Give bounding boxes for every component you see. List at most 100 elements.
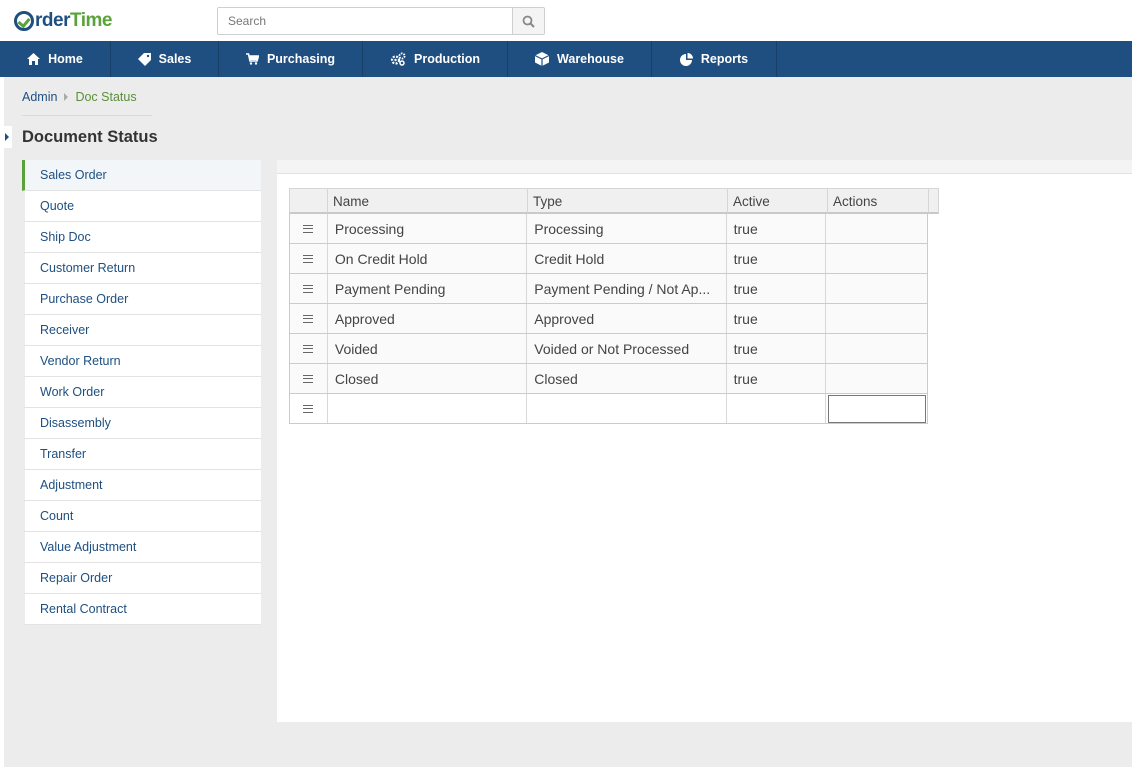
doc-type-disassembly[interactable]: Disassembly [22,408,261,439]
doc-type-repair-order[interactable]: Repair Order [22,563,261,594]
cell-name[interactable]: Voided [328,334,528,363]
header-handle-col [290,189,328,213]
search-icon [522,15,535,28]
home-icon [27,53,41,65]
cell-active[interactable]: true [727,364,827,393]
doc-type-label: Purchase Order [40,292,129,306]
cell-active[interactable]: true [727,274,827,303]
doc-type-label: Adjustment [40,478,103,492]
nav-home-label: Home [48,52,83,66]
nav-production[interactable]: Production [363,41,508,77]
cart-icon [245,53,259,65]
breadcrumb-divider [22,115,152,116]
logo-text-time: Time [69,10,113,31]
doc-type-ship-doc[interactable]: Ship Doc [22,222,261,253]
grid-header: Name Type Active Actions [289,188,939,214]
new-name-cell[interactable] [328,394,528,423]
nav-warehouse[interactable]: Warehouse [508,41,652,77]
doc-type-purchase-order[interactable]: Purchase Order [22,284,261,315]
table-row[interactable]: On Credit Hold Credit Hold true [289,244,928,274]
doc-type-sales-order[interactable]: Sales Order [22,160,261,191]
cell-active[interactable]: true [727,244,827,273]
sidebar-collapse-toggle[interactable] [2,126,12,148]
column-header-name[interactable]: Name [328,189,528,213]
column-header-actions: Actions [828,189,929,213]
top-header: rder Time [0,0,1132,41]
doc-type-adjustment[interactable]: Adjustment [22,470,261,501]
cell-type[interactable]: Processing [527,214,727,243]
drag-handle[interactable] [290,394,328,423]
cell-actions[interactable] [826,364,927,393]
doc-type-quote[interactable]: Quote [22,191,261,222]
drag-handle[interactable] [290,244,328,273]
drag-handle[interactable] [290,304,328,333]
table-row[interactable]: Processing Processing true [289,214,928,244]
drag-handle[interactable] [290,364,328,393]
doc-type-value-adjustment[interactable]: Value Adjustment [22,532,261,563]
nav-home[interactable]: Home [0,41,111,77]
doc-type-label: Sales Order [40,168,107,182]
nav-sales[interactable]: Sales [111,41,219,77]
cell-active[interactable]: true [727,334,827,363]
cell-actions[interactable] [826,334,927,363]
drag-handle-icon [303,404,314,413]
new-active-cell[interactable] [727,394,827,423]
table-row[interactable]: Closed Closed true [289,364,928,394]
doc-type-label: Rental Contract [40,602,127,616]
doc-type-label: Ship Doc [40,230,91,244]
cell-active[interactable]: true [727,304,827,333]
drag-handle[interactable] [290,274,328,303]
doc-type-vendor-return[interactable]: Vendor Return [22,346,261,377]
doc-type-customer-return[interactable]: Customer Return [22,253,261,284]
cell-name[interactable]: Processing [328,214,528,243]
nav-production-label: Production [414,52,480,66]
doc-type-label: Work Order [40,385,105,399]
table-row[interactable]: Approved Approved true [289,304,928,334]
nav-reports[interactable]: Reports [652,41,777,77]
doc-type-rental-contract[interactable]: Rental Contract [22,594,261,625]
nav-purchasing-label: Purchasing [266,52,336,66]
breadcrumb-current: Doc Status [75,90,137,104]
cell-actions[interactable] [826,274,927,303]
new-type-cell[interactable] [527,394,727,423]
drag-handle-icon [303,374,314,383]
cell-name[interactable]: On Credit Hold [328,244,528,273]
doc-type-count[interactable]: Count [22,501,261,532]
drag-handle-icon [303,314,314,323]
main-panel-toolbar [277,160,1132,174]
ordertime-logo[interactable]: rder Time [14,9,112,33]
doc-type-label: Customer Return [40,261,136,275]
drag-handle[interactable] [290,334,328,363]
cell-type[interactable]: Voided or Not Processed [527,334,727,363]
column-header-type[interactable]: Type [528,189,728,213]
doc-type-receiver[interactable]: Receiver [22,315,261,346]
cell-actions[interactable] [826,214,927,243]
cell-actions[interactable] [826,244,927,273]
doc-type-label: Quote [40,199,75,213]
page-title: Document Status [22,128,158,146]
new-row[interactable] [289,394,928,424]
cell-type[interactable]: Closed [527,364,727,393]
doc-type-work-order[interactable]: Work Order [22,377,261,408]
column-header-active[interactable]: Active [728,189,828,213]
cell-type[interactable]: Credit Hold [527,244,727,273]
search-button[interactable] [512,8,544,34]
drag-handle[interactable] [290,214,328,243]
nav-purchasing[interactable]: Purchasing [219,41,363,77]
actions-focus-box[interactable] [828,394,927,423]
cell-active[interactable]: true [727,214,827,243]
cell-name[interactable]: Closed [328,364,528,393]
breadcrumb-admin-link[interactable]: Admin [22,90,57,104]
table-row[interactable]: Payment Pending Payment Pending / Not Ap… [289,274,928,304]
doc-type-transfer[interactable]: Transfer [22,439,261,470]
nav-sales-label: Sales [158,52,192,66]
cell-name[interactable]: Payment Pending [328,274,528,303]
cell-type[interactable]: Approved [527,304,727,333]
cell-actions[interactable] [826,304,927,333]
table-row[interactable]: Voided Voided or Not Processed true [289,334,928,364]
cell-type[interactable]: Payment Pending / Not Ap... [527,274,727,303]
new-actions-cell[interactable] [826,394,927,423]
doc-type-label: Receiver [40,323,90,337]
cell-name[interactable]: Approved [328,304,528,333]
search-input[interactable] [218,8,513,34]
